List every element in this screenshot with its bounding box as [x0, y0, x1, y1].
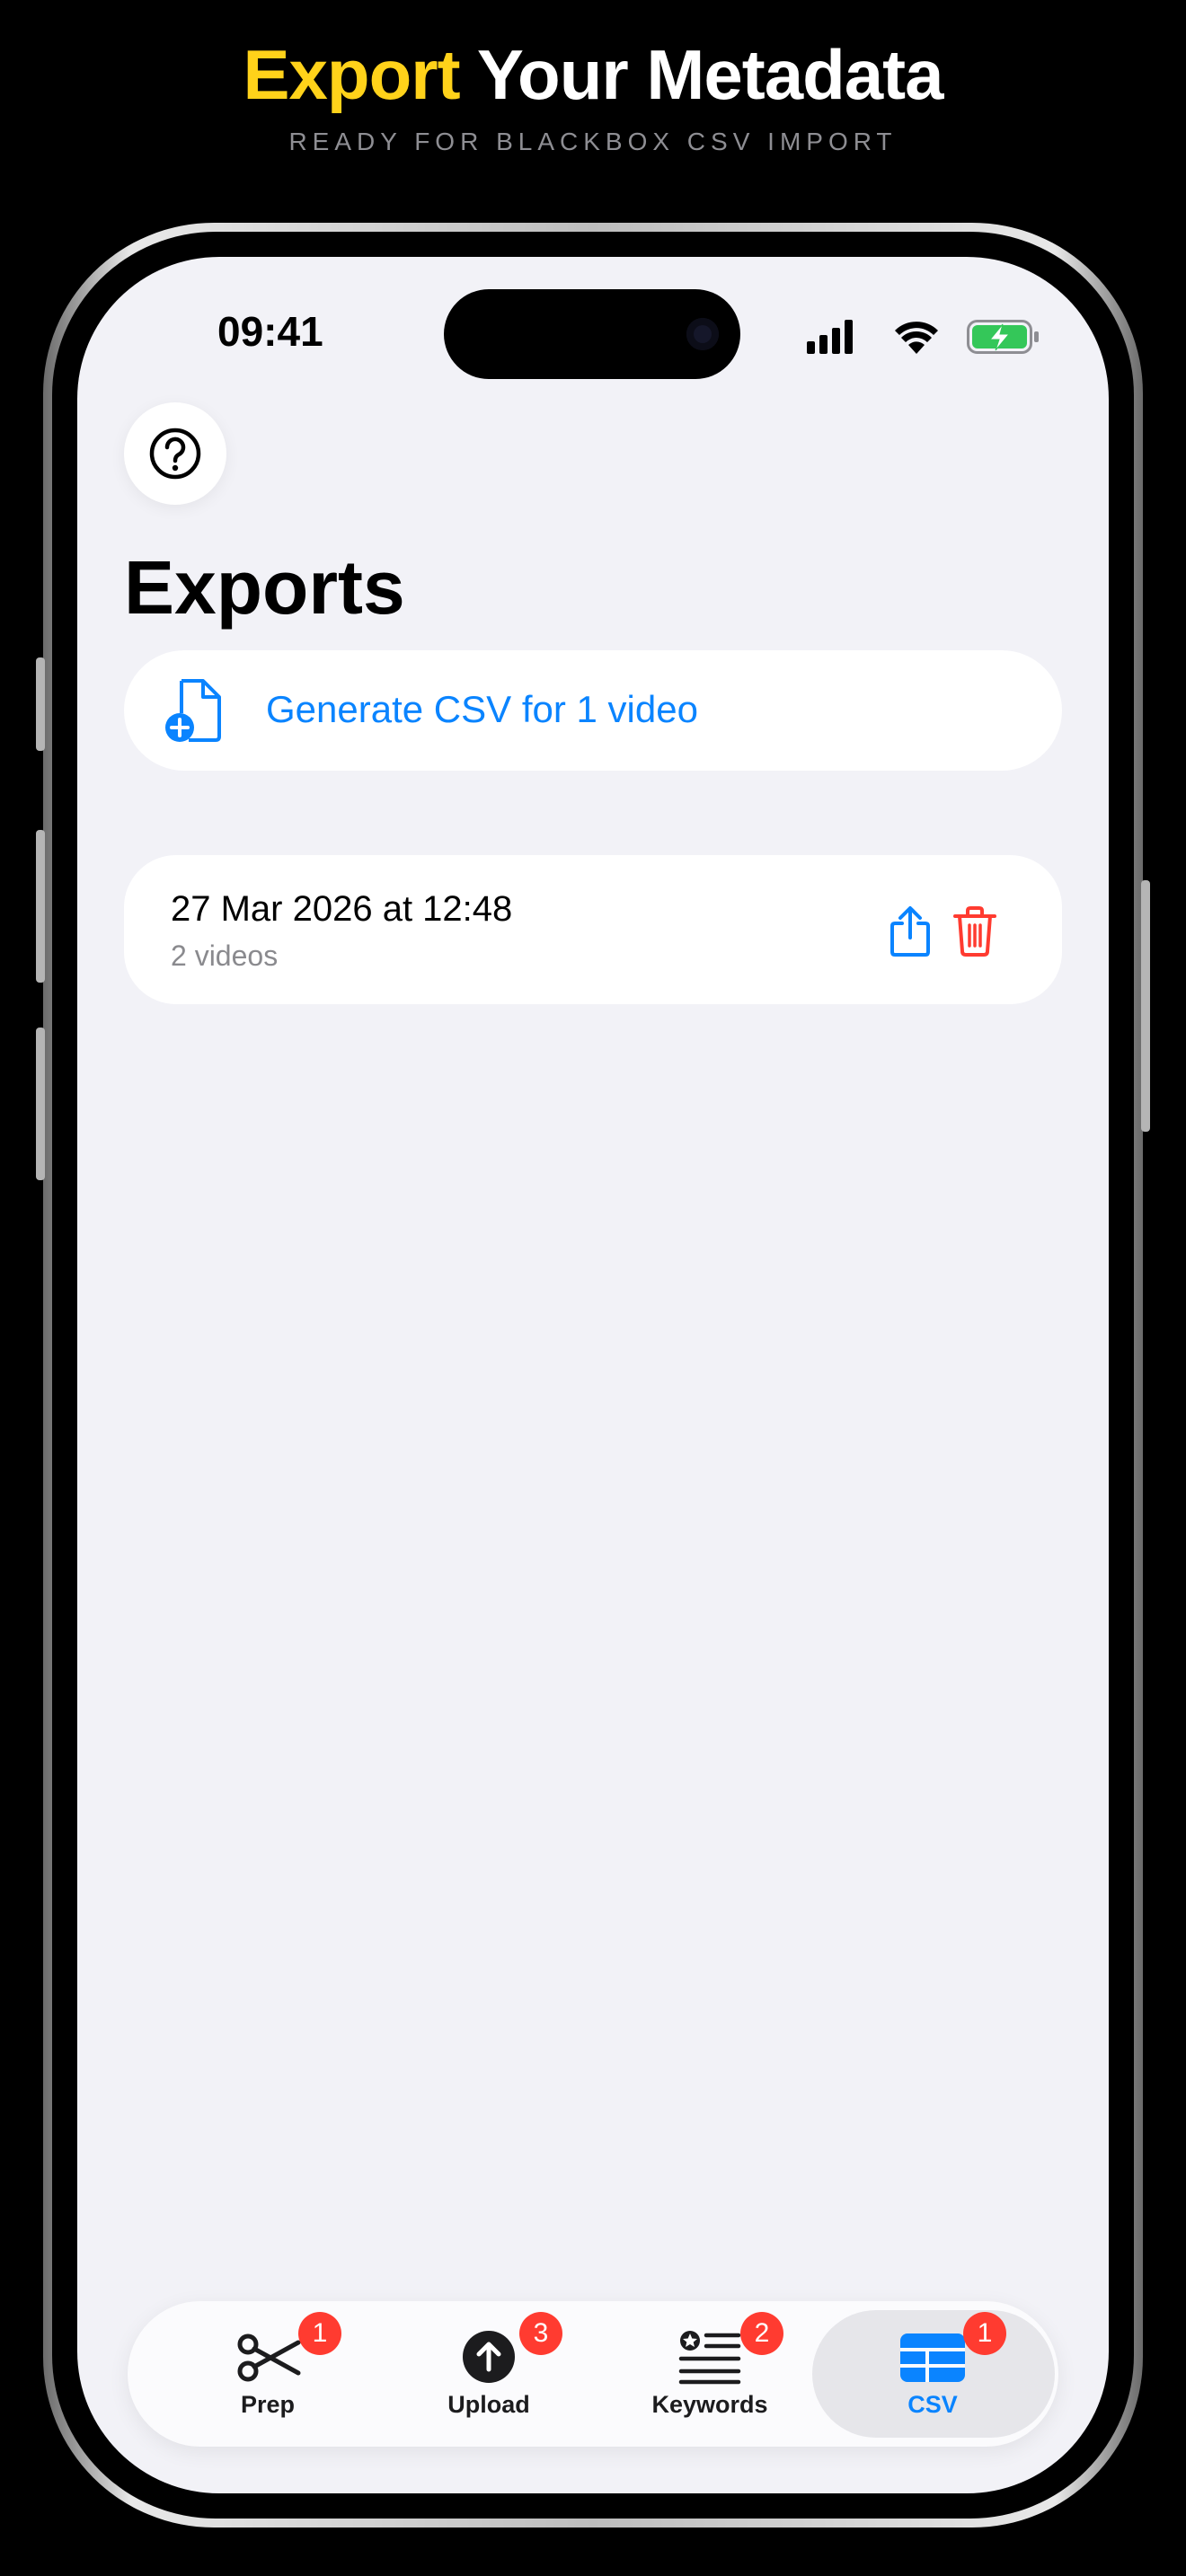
keywords-list-icon	[678, 2331, 741, 2385]
wifi-icon	[895, 322, 938, 354]
headline-highlight: Export	[243, 35, 461, 114]
tab-keywords-label: Keywords	[651, 2391, 768, 2418]
tab-upload-badge: 3	[519, 2312, 562, 2355]
table-icon	[900, 2333, 965, 2382]
generate-csv-label: Generate CSV for 1 video	[266, 688, 698, 730]
tab-upload-label: Upload	[447, 2391, 530, 2418]
upload-arrow-icon	[463, 2331, 515, 2383]
delete-button[interactable]	[952, 905, 997, 957]
question-mark-circle-icon	[149, 428, 201, 480]
battery-charging-icon	[967, 320, 1039, 354]
trash-icon	[953, 906, 996, 957]
export-video-count: 2 videos	[171, 940, 279, 972]
power-button	[1141, 880, 1150, 1132]
tab-prep[interactable]: Prep 1	[160, 2301, 376, 2447]
tab-csv[interactable]: CSV 1	[825, 2301, 1040, 2447]
tab-csv-badge: 1	[963, 2312, 1006, 2355]
cellular-signal-icon	[807, 320, 853, 354]
tab-upload[interactable]: Upload 3	[381, 2301, 597, 2447]
volume-down-button	[36, 1028, 45, 1180]
dynamic-island	[444, 289, 740, 379]
generate-csv-button[interactable]: Generate CSV for 1 video	[124, 650, 1062, 771]
tab-keywords-badge: 2	[740, 2312, 783, 2355]
page-title: Exports	[124, 545, 405, 630]
document-add-icon	[165, 679, 221, 742]
action-button	[36, 657, 45, 751]
app-screen: 09:41 Exports Generate CSV for 1 video 2…	[77, 257, 1109, 2493]
export-date: 27 Mar 2026 at 12:48	[171, 889, 513, 929]
tab-bar: Prep 1 Upload 3 Keywords 2 CSV 1	[128, 2301, 1058, 2447]
headline-rest: Your Metadata	[459, 35, 944, 114]
tab-prep-label: Prep	[240, 2391, 296, 2418]
export-row[interactable]: 27 Mar 2026 at 12:48 2 videos	[124, 855, 1062, 1004]
help-button[interactable]	[124, 402, 226, 505]
tab-prep-badge: 1	[298, 2312, 341, 2355]
tab-keywords[interactable]: Keywords 2	[602, 2301, 818, 2447]
tab-csv-label: CSV	[907, 2391, 958, 2418]
scissors-icon	[237, 2333, 301, 2382]
status-time: 09:41	[217, 308, 323, 355]
share-button[interactable]	[888, 905, 933, 957]
status-icons	[807, 320, 1039, 354]
share-icon	[890, 906, 930, 957]
promo-headline: Export Your Metadata	[0, 34, 1186, 115]
volume-up-button	[36, 830, 45, 983]
front-camera	[686, 318, 719, 350]
promo-subheadline: READY FOR BLACKBOX CSV IMPORT	[288, 128, 898, 155]
